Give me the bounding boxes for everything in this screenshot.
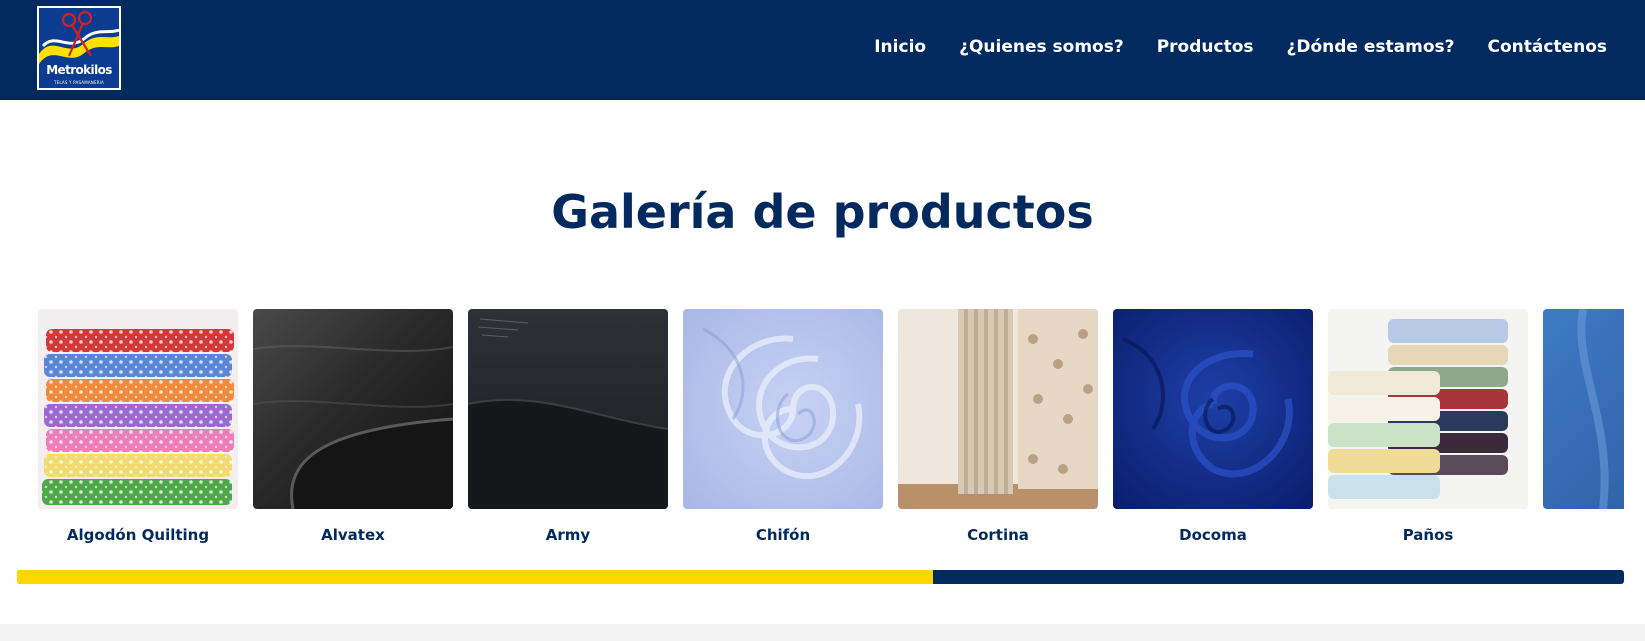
nav-link-contactenos[interactable]: Contáctenos: [1488, 37, 1608, 57]
navbar: Metrokilos TELAS Y PASAMANERIA Inicio ¿Q…: [0, 0, 1645, 100]
product-image: [1543, 309, 1624, 509]
product-image: [38, 309, 238, 509]
product-label[interactable]: Army: [468, 526, 668, 544]
main-nav: Inicio ¿Quienes somos? Productos ¿Dónde …: [874, 37, 1607, 57]
product-label[interactable]: Alvatex: [253, 526, 453, 544]
product-card-cortina[interactable]: Cortina: [898, 309, 1098, 544]
product-image: [898, 309, 1098, 509]
brand-name: Metrokilos: [46, 63, 112, 77]
product-card-docoma[interactable]: Docoma: [1113, 309, 1313, 544]
footer-strip: [0, 624, 1645, 641]
product-card-panos[interactable]: Paños: [1328, 309, 1528, 544]
scrollbar-thumb[interactable]: [17, 570, 933, 584]
brand-tagline: TELAS Y PASAMANERIA: [54, 80, 104, 85]
product-image: [1113, 309, 1313, 509]
nav-link-inicio[interactable]: Inicio: [874, 37, 926, 57]
product-card-algodon-quilting[interactable]: Algodón Quilting: [38, 309, 238, 544]
product-image: [683, 309, 883, 509]
nav-link-productos[interactable]: Productos: [1157, 37, 1254, 57]
nav-link-quienes-somos[interactable]: ¿Quienes somos?: [959, 37, 1124, 57]
product-card-partial[interactable]: P: [1543, 309, 1624, 544]
product-card-alvatex[interactable]: Alvatex: [253, 309, 453, 544]
product-card-army[interactable]: Army: [468, 309, 668, 544]
product-image: [1328, 309, 1528, 509]
product-image: [468, 309, 668, 509]
product-label[interactable]: Chifón: [683, 526, 883, 544]
product-carousel[interactable]: Algodón Quilting Alvatex Army Chifón Cor…: [38, 309, 1624, 549]
product-label[interactable]: Docoma: [1113, 526, 1313, 544]
product-image: [253, 309, 453, 509]
carousel-scrollbar[interactable]: [17, 570, 1624, 584]
product-label[interactable]: Cortina: [898, 526, 1098, 544]
nav-link-donde-estamos[interactable]: ¿Dónde estamos?: [1287, 37, 1455, 57]
product-label[interactable]: Algodón Quilting: [38, 526, 238, 544]
product-card-chifon[interactable]: Chifón: [683, 309, 883, 544]
page-title: Galería de productos: [551, 185, 1094, 239]
product-label[interactable]: P: [1543, 526, 1624, 544]
brand-logo[interactable]: Metrokilos TELAS Y PASAMANERIA: [37, 6, 121, 90]
product-label[interactable]: Paños: [1328, 526, 1528, 544]
